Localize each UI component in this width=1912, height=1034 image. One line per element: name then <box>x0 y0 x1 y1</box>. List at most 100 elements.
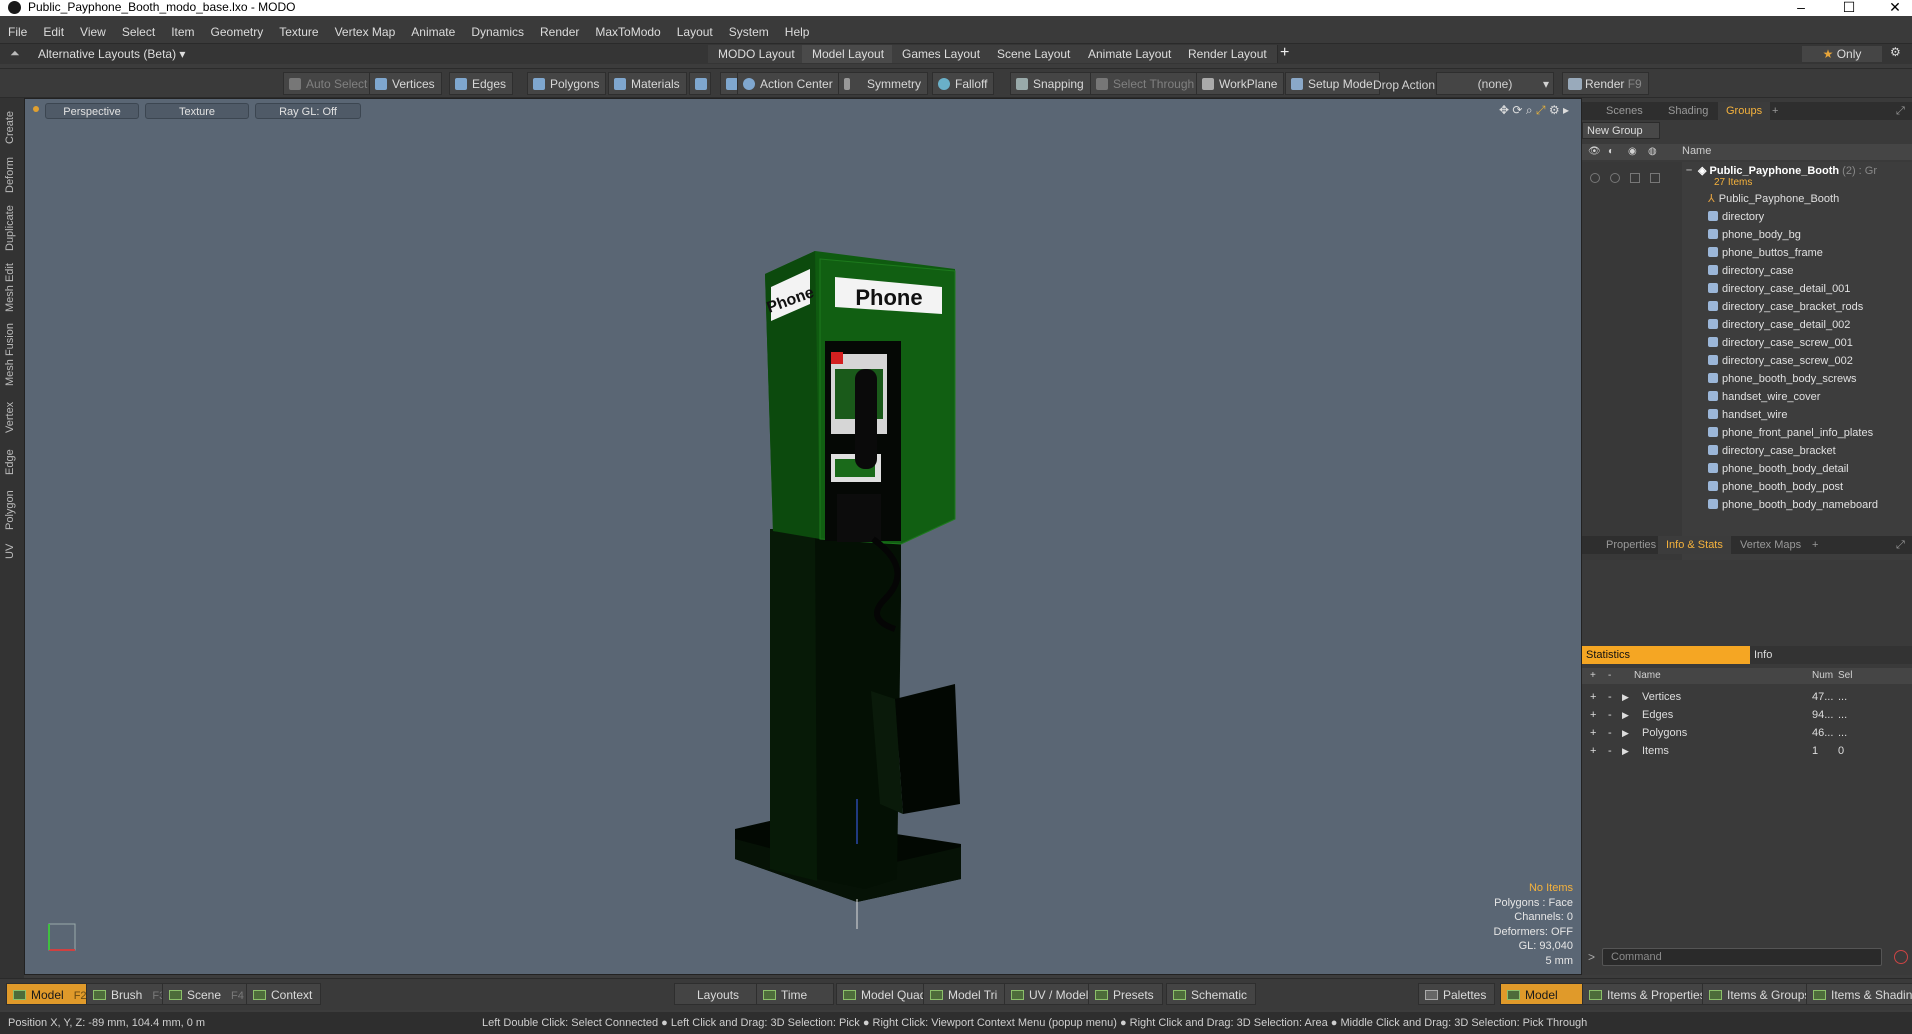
close-icon[interactable]: ✕ <box>1880 0 1910 16</box>
palettes-button[interactable]: Palettes <box>1418 983 1496 1005</box>
action-center-button[interactable]: Action Center <box>737 72 840 95</box>
tab-info[interactable]: Info <box>1754 646 1772 664</box>
list-item[interactable]: directory_case_detail_001 <box>1708 280 1850 298</box>
list-item[interactable]: directory_case_bracket <box>1708 442 1836 460</box>
table-row[interactable]: + - ▶ Polygons 46...... <box>1582 724 1912 742</box>
menu-view[interactable]: View <box>72 20 114 44</box>
tab-deform[interactable]: Deform <box>4 154 20 196</box>
layouts-button[interactable]: Layouts <box>674 983 761 1005</box>
context-button[interactable]: Context <box>246 983 322 1005</box>
menu-file[interactable]: File <box>0 20 35 44</box>
items-groups-button[interactable]: Items & Groups <box>1702 983 1820 1005</box>
menu-edit[interactable]: Edit <box>35 20 72 44</box>
vertices-button[interactable]: Vertices <box>369 72 442 95</box>
list-item[interactable]: directory_case_screw_001 <box>1708 334 1853 352</box>
model-layout-button[interactable]: Model <box>1500 983 1587 1005</box>
tab-info-stats[interactable]: Info & Stats <box>1658 536 1731 554</box>
collapse-all-icon[interactable]: - <box>1608 670 1611 681</box>
gear-icon[interactable]: ⚙ <box>1890 45 1901 59</box>
list-item[interactable]: phone_booth_body_post <box>1708 478 1843 496</box>
materials-button[interactable]: Materials <box>608 72 687 95</box>
new-group-button[interactable]: New Group <box>1582 122 1660 139</box>
tab-mesh-fusion[interactable]: Mesh Fusion <box>4 322 20 388</box>
menu-render[interactable]: Render <box>532 20 587 44</box>
expand-icon[interactable]: ▶ <box>1622 742 1629 760</box>
edges-button[interactable]: Edges <box>449 72 514 95</box>
polygons-button[interactable]: Polygons <box>527 72 607 95</box>
table-row[interactable]: + - ▶ Edges 94...... <box>1582 706 1912 724</box>
list-item[interactable]: ⅄ Public_Payphone_Booth <box>1708 190 1839 208</box>
menu-maxtomodo[interactable]: MaxToModo <box>587 20 668 44</box>
tab-statistics[interactable]: Statistics <box>1582 646 1750 664</box>
symmetry-button[interactable]: Symmetry <box>838 72 928 95</box>
collapse-icon[interactable]: – <box>1686 164 1692 176</box>
list-item[interactable]: directory_case_screw_002 <box>1708 352 1853 370</box>
tab-modo-layout[interactable]: MODO Layout <box>708 45 806 63</box>
list-item[interactable]: phone_booth_body_detail <box>1708 460 1849 478</box>
tab-polygon[interactable]: Polygon <box>4 486 20 534</box>
table-row[interactable]: + - ▶ Items 1 0 <box>1582 742 1912 760</box>
falloff-button[interactable]: Falloff <box>932 72 995 95</box>
command-input[interactable]: Command <box>1602 948 1882 966</box>
menu-geometry[interactable]: Geometry <box>203 20 272 44</box>
list-item[interactable]: phone_booth_body_nameboard <box>1708 496 1878 514</box>
menu-texture[interactable]: Texture <box>271 20 326 44</box>
render-button[interactable]: Render F9 <box>1562 72 1649 95</box>
list-item[interactable]: handset_wire <box>1708 406 1787 424</box>
add-tab-icon[interactable]: + <box>1804 536 1826 554</box>
workplane-button[interactable]: WorkPlane <box>1196 72 1285 95</box>
select-mode-button[interactable] <box>689 72 711 95</box>
list-item[interactable]: directory <box>1708 208 1764 226</box>
model-quad-button[interactable]: Model Quad <box>836 983 936 1005</box>
list-item[interactable]: handset_wire_cover <box>1708 388 1820 406</box>
3d-viewport[interactable]: Perspective Texture Ray GL: Off ✥ ⟳ ⌕ ⤢ … <box>24 98 1582 975</box>
layout-up-icon[interactable]: ⏶ <box>10 46 20 61</box>
panel-expand-icon[interactable]: ⤢ <box>1888 536 1912 554</box>
add-layout-icon[interactable]: + <box>1280 44 1289 62</box>
list-item[interactable]: directory_case_bracket_rods <box>1708 298 1863 316</box>
tab-mesh-edit[interactable]: Mesh Edit <box>4 260 20 316</box>
items-shading-button[interactable]: Items & Shading <box>1806 983 1912 1005</box>
only-toggle[interactable]: ★ Only <box>1802 46 1882 62</box>
alternative-layouts-dropdown[interactable]: Alternative Layouts (Beta) ▾ <box>38 47 185 61</box>
menu-layout[interactable]: Layout <box>669 20 721 44</box>
drop-action-select[interactable]: (none) ▾ <box>1436 72 1554 95</box>
menu-item[interactable]: Item <box>163 20 202 44</box>
expand-icon[interactable]: ▶ <box>1622 724 1629 742</box>
tab-scene-layout[interactable]: Scene Layout <box>987 45 1082 63</box>
scene-mode-button[interactable]: Scene F4 <box>162 983 253 1005</box>
tab-uv[interactable]: UV <box>4 540 20 562</box>
table-row[interactable]: + - ▶ Vertices 47...... <box>1582 688 1912 706</box>
tab-duplicate[interactable]: Duplicate <box>4 202 20 254</box>
panel-expand-icon[interactable]: ⤢ <box>1888 102 1912 120</box>
list-item[interactable]: directory_case <box>1708 262 1794 280</box>
minimize-icon[interactable]: – <box>1786 0 1816 15</box>
tab-properties[interactable]: Properties <box>1598 536 1664 554</box>
list-item[interactable]: directory_case_detail_002 <box>1708 316 1850 334</box>
list-item[interactable]: phone_body_bg <box>1708 226 1801 244</box>
snapping-button[interactable]: Snapping <box>1010 72 1091 95</box>
maximize-icon[interactable]: ☐ <box>1834 0 1864 16</box>
expand-icon[interactable]: ▶ <box>1622 688 1629 706</box>
tab-scenes[interactable]: Scenes <box>1598 102 1651 120</box>
tab-groups[interactable]: Groups <box>1718 102 1771 120</box>
menu-system[interactable]: System <box>721 20 777 44</box>
expand-all-icon[interactable]: + <box>1590 670 1596 681</box>
time-button[interactable]: Time <box>756 983 835 1005</box>
menu-vertex-map[interactable]: Vertex Map <box>327 20 404 44</box>
group-lock-toggle[interactable] <box>1630 173 1640 183</box>
list-item[interactable]: phone_booth_body_screws <box>1708 370 1857 388</box>
add-tab-icon[interactable]: + <box>1764 102 1786 120</box>
tab-model-layout[interactable]: Model Layout <box>802 45 896 63</box>
command-record-icon[interactable] <box>1894 950 1908 964</box>
schematic-button[interactable]: Schematic <box>1166 983 1257 1005</box>
items-properties-button[interactable]: Items & Properties <box>1582 983 1715 1005</box>
tab-render-layout[interactable]: Render Layout <box>1178 45 1278 63</box>
menu-dynamics[interactable]: Dynamics <box>463 20 532 44</box>
menu-animate[interactable]: Animate <box>403 20 463 44</box>
setup-mode-button[interactable]: Setup Mode <box>1285 72 1380 95</box>
model-mode-button[interactable]: Model F2 <box>6 983 96 1005</box>
list-item[interactable]: phone_front_panel_info_plates <box>1708 424 1873 442</box>
group-select-toggle[interactable] <box>1650 173 1660 183</box>
group-row[interactable]: – ◈ Public_Payphone_Booth (2) : Gr <box>1686 164 1877 177</box>
